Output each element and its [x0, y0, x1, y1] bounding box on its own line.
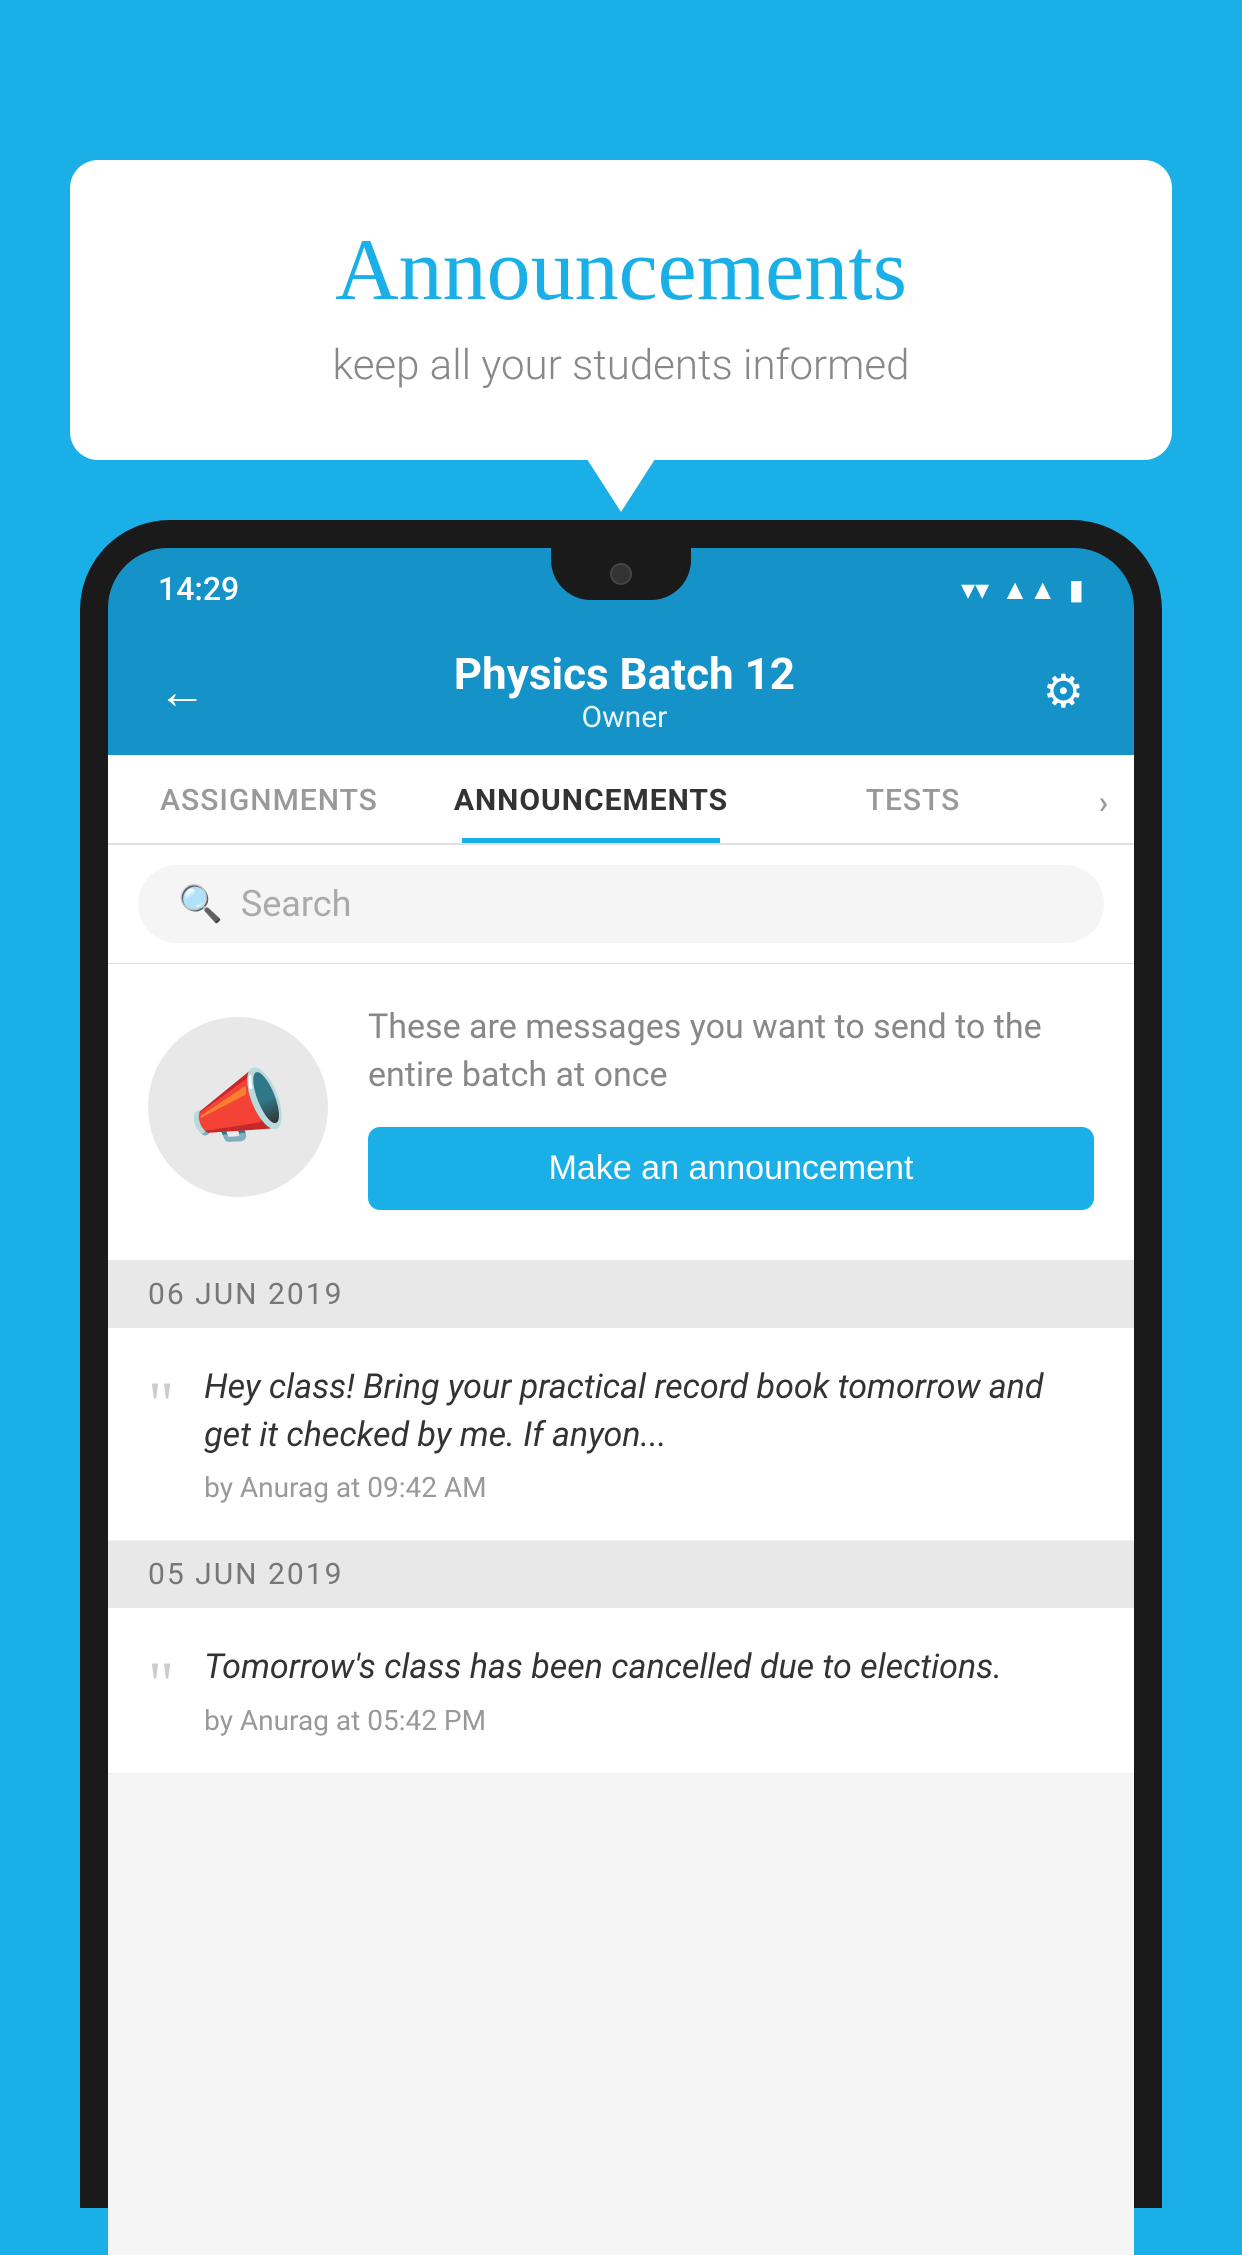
announcement-content-1: Hey class! Bring your practical record b… — [204, 1364, 1094, 1504]
wifi-icon: ▾▾ — [961, 573, 989, 606]
search-placeholder: Search — [241, 883, 352, 925]
make-announcement-button[interactable]: Make an announcement — [368, 1127, 1094, 1210]
search-bar[interactable]: 🔍 Search — [138, 865, 1104, 943]
signal-icon: ▲▲ — [1001, 573, 1056, 606]
settings-button[interactable]: ⚙ — [1043, 664, 1084, 719]
header-title: Physics Batch 12 — [454, 648, 795, 700]
header-subtitle: Owner — [454, 700, 795, 735]
quote-icon-1: " — [148, 1372, 174, 1436]
announcement-text-2: Tomorrow's class has been cancelled due … — [204, 1644, 1094, 1692]
promo-description: These are messages you want to send to t… — [368, 1004, 1094, 1099]
announcement-meta-1: by Anurag at 09:42 AM — [204, 1471, 1094, 1504]
announcement-text-1: Hey class! Bring your practical record b… — [204, 1364, 1094, 1459]
battery-icon: ▮ — [1069, 573, 1084, 606]
tabs-bar: ASSIGNMENTS ANNOUNCEMENTS TESTS › — [108, 755, 1134, 845]
camera — [610, 563, 632, 585]
promo-icon-circle: 📣 — [148, 1017, 328, 1197]
promo-text-area: These are messages you want to send to t… — [368, 1004, 1094, 1210]
quote-icon-2: " — [148, 1652, 174, 1716]
status-bar: 14:29 ▾▾ ▲▲ ▮ — [108, 548, 1134, 624]
tab-more[interactable]: › — [1074, 755, 1134, 843]
search-icon: 🔍 — [178, 883, 223, 925]
date-divider-1: 06 JUN 2019 — [108, 1261, 1134, 1328]
status-icons: ▾▾ ▲▲ ▮ — [961, 573, 1084, 606]
announcement-item-2: " Tomorrow's class has been cancelled du… — [108, 1608, 1134, 1774]
app-header: ← Physics Batch 12 Owner ⚙ — [108, 624, 1134, 755]
notch — [551, 548, 691, 600]
bubble-subtitle: keep all your students informed — [150, 341, 1092, 390]
megaphone-icon: 📣 — [188, 1060, 288, 1154]
back-button[interactable]: ← — [158, 663, 206, 720]
speech-bubble: Announcements keep all your students inf… — [70, 160, 1172, 460]
promo-card: 📣 These are messages you want to send to… — [108, 964, 1134, 1261]
speech-bubble-section: Announcements keep all your students inf… — [70, 160, 1172, 460]
announcement-item-1: " Hey class! Bring your practical record… — [108, 1328, 1134, 1541]
search-container: 🔍 Search — [108, 845, 1134, 964]
content-area: 🔍 Search 📣 These are messages you want t… — [108, 845, 1134, 2255]
bubble-title: Announcements — [150, 220, 1092, 321]
status-time: 14:29 — [158, 570, 239, 608]
announcement-content-2: Tomorrow's class has been cancelled due … — [204, 1644, 1094, 1737]
tab-announcements[interactable]: ANNOUNCEMENTS — [430, 755, 752, 843]
tab-assignments[interactable]: ASSIGNMENTS — [108, 755, 430, 843]
phone-container: 14:29 ▾▾ ▲▲ ▮ ← Physics Batch 12 Owner ⚙… — [80, 520, 1162, 2208]
announcement-meta-2: by Anurag at 05:42 PM — [204, 1704, 1094, 1737]
date-divider-2: 05 JUN 2019 — [108, 1541, 1134, 1608]
phone-frame: 14:29 ▾▾ ▲▲ ▮ ← Physics Batch 12 Owner ⚙… — [80, 520, 1162, 2208]
tab-tests[interactable]: TESTS — [752, 755, 1074, 843]
header-center: Physics Batch 12 Owner — [454, 648, 795, 735]
